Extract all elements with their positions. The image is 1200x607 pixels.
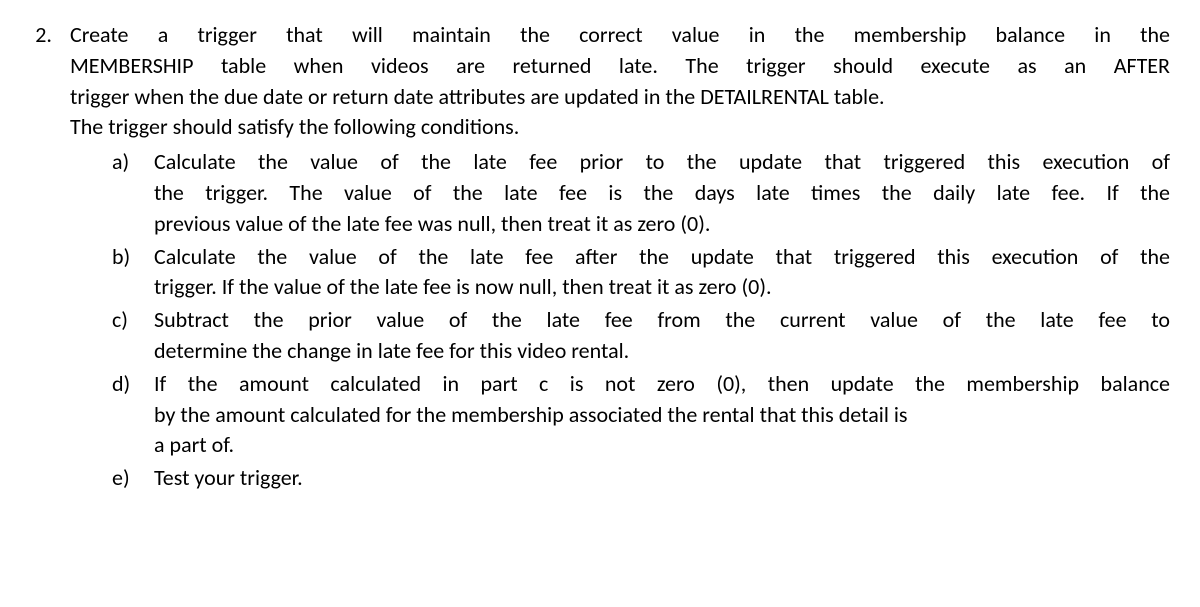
sub-letter: e) <box>112 463 154 494</box>
sub-item-d: d) If the amount calculated in part c is… <box>70 369 1170 461</box>
sub-item-b: b) Calculate the value of the late fee a… <box>70 242 1170 304</box>
sub-line: Subtract the prior value of the late fee… <box>154 305 1170 336</box>
sub-item-a: a) Calculate the value of the late fee p… <box>70 147 1170 239</box>
sub-text: Calculate the value of the late fee prio… <box>154 147 1170 239</box>
intro-line: trigger when the due date or return date… <box>70 82 1170 113</box>
sub-line: a part of. <box>154 430 1170 461</box>
sub-letter: c) <box>112 305 154 336</box>
sub-letter: d) <box>112 369 154 400</box>
intro-line: Create a trigger that will maintain the … <box>70 20 1170 51</box>
intro-line: MEMBERSHIP table when videos are returne… <box>70 51 1170 82</box>
question-content: Create a trigger that will maintain the … <box>70 20 1170 496</box>
sub-line: by the amount calculated for the members… <box>154 400 1170 431</box>
sub-text: Test your trigger. <box>154 463 1170 494</box>
sub-line: determine the change in late fee for thi… <box>154 336 1170 367</box>
sub-text: If the amount calculated in part c is no… <box>154 369 1170 461</box>
sub-text: Calculate the value of the late fee afte… <box>154 242 1170 304</box>
sub-letter: a) <box>112 147 154 178</box>
intro-line: The trigger should satisfy the following… <box>70 112 1170 143</box>
sub-line: the trigger. The value of the late fee i… <box>154 178 1170 209</box>
sub-letter: b) <box>112 242 154 273</box>
sub-item-c: c) Subtract the prior value of the late … <box>70 305 1170 367</box>
question-item: 2. Create a trigger that will maintain t… <box>20 20 1170 496</box>
sub-line: Calculate the value of the late fee prio… <box>154 147 1170 178</box>
sub-list: a) Calculate the value of the late fee p… <box>70 147 1170 494</box>
sub-item-e: e) Test your trigger. <box>70 463 1170 494</box>
sub-line: Calculate the value of the late fee afte… <box>154 242 1170 273</box>
sub-text: Subtract the prior value of the late fee… <box>154 305 1170 367</box>
sub-line: If the amount calculated in part c is no… <box>154 369 1170 400</box>
sub-line: trigger. If the value of the late fee is… <box>154 272 1170 303</box>
sub-line: previous value of the late fee was null,… <box>154 209 1170 240</box>
sub-line: Test your trigger. <box>154 463 1170 494</box>
question-number: 2. <box>20 20 70 51</box>
